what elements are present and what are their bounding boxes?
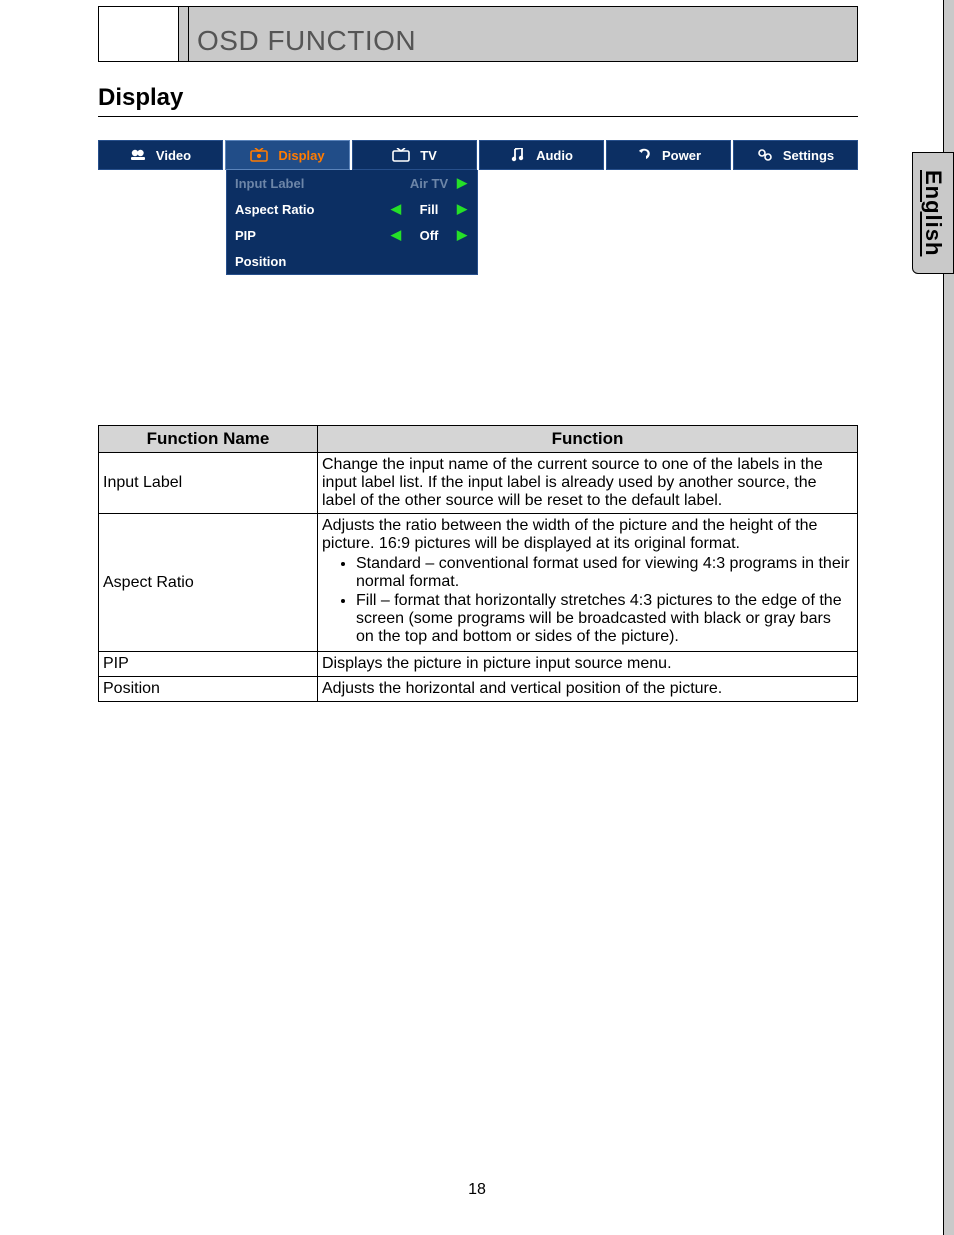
table-cell-name: Aspect Ratio bbox=[99, 514, 318, 652]
osd-dropdown: Input Label Air TV ▶ Aspect Ratio ◀ Fill… bbox=[226, 170, 478, 275]
language-tab-label: English bbox=[920, 170, 946, 256]
table-cell-bullets: Standard – conventional format used for … bbox=[356, 555, 853, 646]
osd-row-label: Input Label bbox=[235, 176, 403, 191]
osd-tab-strip: Video Display TV Audio bbox=[98, 140, 858, 170]
chevron-left-icon[interactable]: ◀ bbox=[389, 201, 403, 217]
display-icon bbox=[250, 148, 268, 162]
page-title: OSD FUNCTION bbox=[197, 25, 416, 57]
osd-row-label: Aspect Ratio bbox=[235, 202, 389, 217]
chevron-right-icon[interactable]: ▶ bbox=[455, 201, 469, 217]
osd-tab-video[interactable]: Video bbox=[98, 140, 223, 170]
table-cell-name: Input Label bbox=[99, 453, 318, 514]
osd-row-pip[interactable]: PIP ◀ Off ▶ bbox=[227, 222, 477, 248]
osd-tab-label: Audio bbox=[536, 148, 573, 163]
osd-row-aspect-ratio[interactable]: Aspect Ratio ◀ Fill ▶ bbox=[227, 196, 477, 222]
table-cell-name: PIP bbox=[99, 652, 318, 677]
table-row: Input Label Change the input name of the… bbox=[99, 453, 858, 514]
table-cell-desc-intro: Adjusts the ratio between the width of t… bbox=[322, 517, 817, 552]
header-tab-title: OSD FUNCTION bbox=[189, 7, 857, 61]
osd-tab-label: Video bbox=[156, 148, 191, 163]
page: English OSD FUNCTION Display Video bbox=[0, 0, 954, 1235]
header-band: OSD FUNCTION bbox=[98, 6, 858, 62]
table-cell-desc: Adjusts the ratio between the width of t… bbox=[318, 514, 858, 652]
osd-tab-label: TV bbox=[420, 148, 437, 163]
osd-tab-audio[interactable]: Audio bbox=[479, 140, 604, 170]
osd-row-value: Air TV bbox=[403, 176, 455, 191]
language-tab: English bbox=[912, 152, 954, 274]
table-cell-desc: Adjusts the horizontal and vertical posi… bbox=[318, 677, 858, 702]
chevron-left-icon[interactable]: ◀ bbox=[389, 227, 403, 243]
function-table: Function Name Function Input Label Chang… bbox=[98, 425, 858, 702]
list-item: Fill – format that horizontally stretche… bbox=[356, 592, 853, 646]
table-row: Aspect Ratio Adjusts the ratio between t… bbox=[99, 514, 858, 652]
section-underline bbox=[98, 116, 858, 117]
header-tabs: OSD FUNCTION bbox=[99, 7, 857, 61]
table-header-func: Function bbox=[318, 426, 858, 453]
section-heading: Display bbox=[98, 84, 183, 112]
osd-row-position[interactable]: Position bbox=[227, 248, 477, 274]
video-icon bbox=[130, 148, 146, 162]
chevron-right-icon[interactable]: ▶ bbox=[455, 175, 469, 191]
osd-tab-settings[interactable]: Settings bbox=[733, 140, 858, 170]
osd-row-label: Position bbox=[235, 254, 469, 269]
header-tab-blank-2 bbox=[179, 7, 189, 61]
osd-menu: Video Display TV Audio bbox=[98, 140, 858, 275]
table-header-name: Function Name bbox=[99, 426, 318, 453]
settings-icon bbox=[757, 148, 773, 162]
tv-icon bbox=[392, 148, 410, 162]
osd-tab-label: Display bbox=[278, 148, 324, 163]
osd-tab-tv[interactable]: TV bbox=[352, 140, 477, 170]
osd-tab-label: Settings bbox=[783, 148, 834, 163]
power-icon bbox=[636, 148, 652, 162]
osd-tab-display[interactable]: Display bbox=[225, 140, 350, 170]
osd-tab-power[interactable]: Power bbox=[606, 140, 731, 170]
chevron-right-icon[interactable]: ▶ bbox=[455, 227, 469, 243]
list-item: Standard – conventional format used for … bbox=[356, 555, 853, 591]
header-tab-blank-1 bbox=[99, 7, 179, 61]
osd-row-label: PIP bbox=[235, 228, 389, 243]
osd-row-value: Fill bbox=[403, 202, 455, 217]
table-cell-desc: Displays the picture in picture input so… bbox=[318, 652, 858, 677]
table-cell-name: Position bbox=[99, 677, 318, 702]
osd-row-value: Off bbox=[403, 228, 455, 243]
table-row: PIP Displays the picture in picture inpu… bbox=[99, 652, 858, 677]
table-cell-desc: Change the input name of the current sou… bbox=[318, 453, 858, 514]
table-header-row: Function Name Function bbox=[99, 426, 858, 453]
table-row: Position Adjusts the horizontal and vert… bbox=[99, 677, 858, 702]
audio-icon bbox=[510, 148, 526, 162]
osd-row-input-label[interactable]: Input Label Air TV ▶ bbox=[227, 170, 477, 196]
osd-tab-label: Power bbox=[662, 148, 701, 163]
page-number: 18 bbox=[0, 1181, 954, 1199]
